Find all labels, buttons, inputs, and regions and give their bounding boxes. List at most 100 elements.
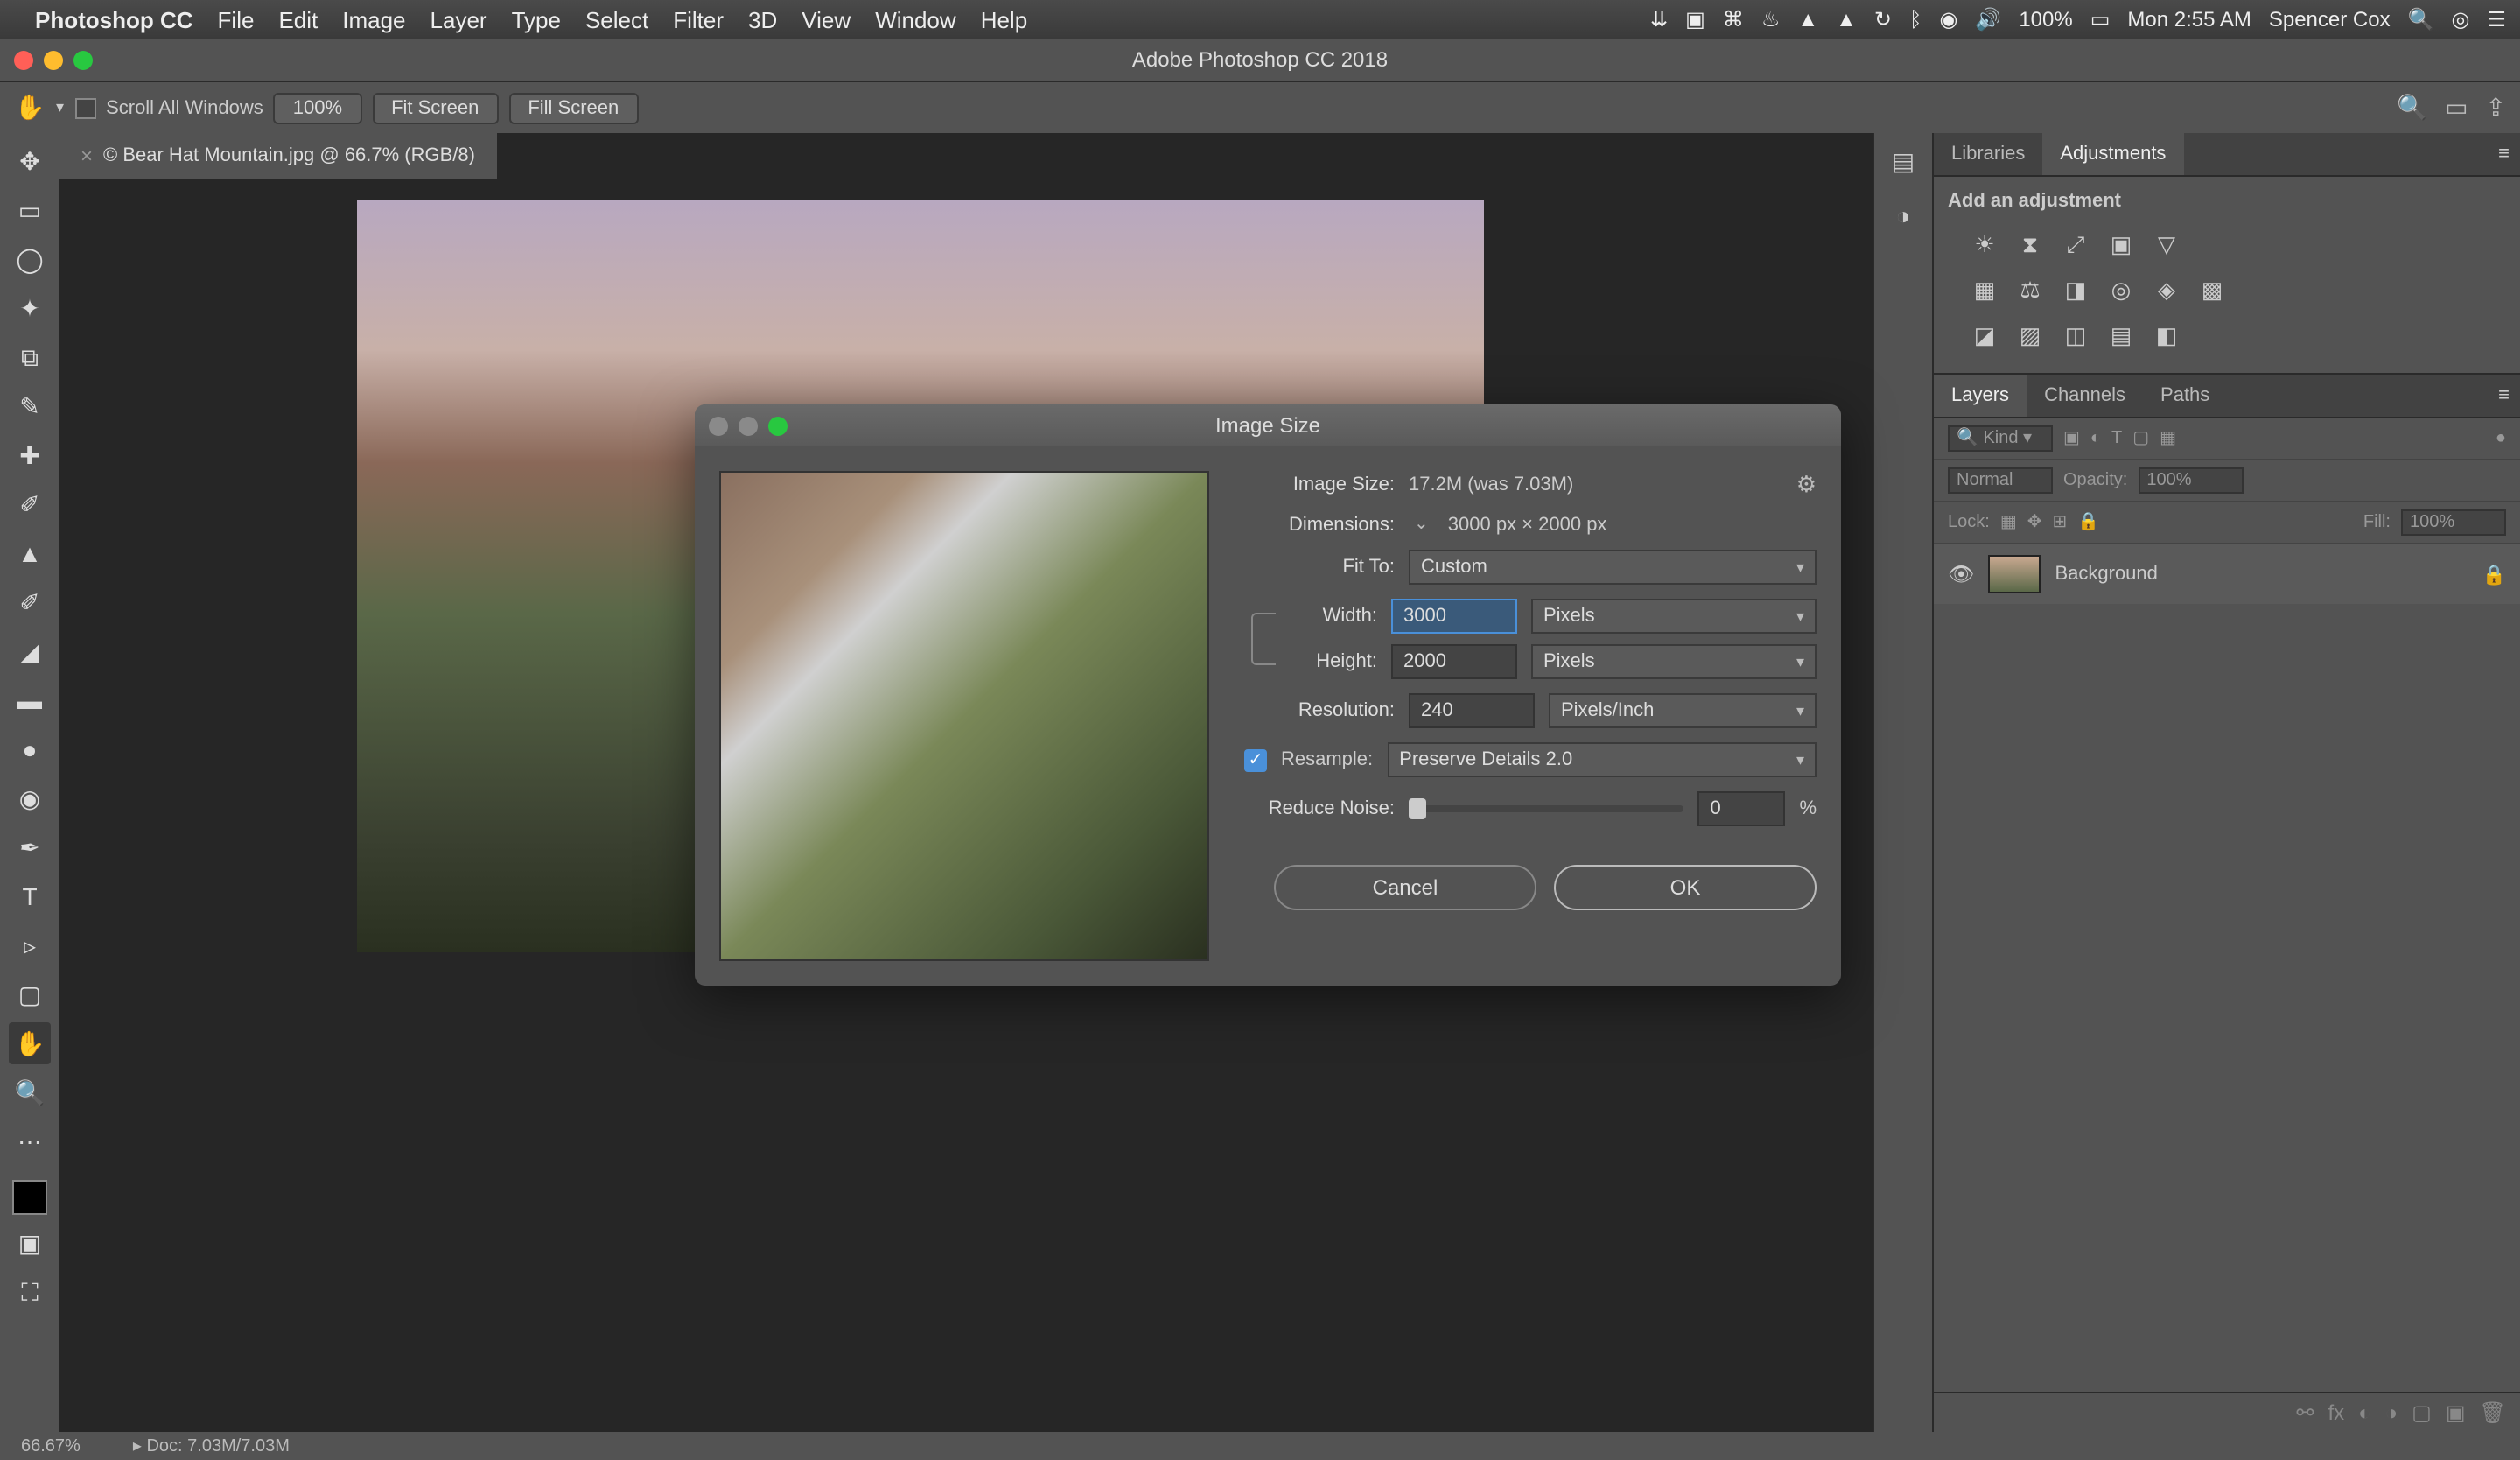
fill-value[interactable]: 100% (2401, 509, 2506, 536)
lasso-tool[interactable]: ◯ (9, 238, 51, 280)
menu-layer[interactable]: Layer (430, 6, 487, 32)
tab-layers[interactable]: Layers (1934, 375, 2026, 417)
width-input[interactable] (1391, 599, 1517, 634)
app-name[interactable]: Photoshop CC (35, 6, 193, 32)
wifi-icon[interactable]: ◉ (1939, 7, 1957, 32)
eraser-tool[interactable]: ◢ (9, 630, 51, 672)
history-panel-icon[interactable]: ▤ (1892, 147, 1914, 177)
menu-help[interactable]: Help (981, 6, 1028, 32)
notif-icon[interactable]: ☰ (2487, 7, 2506, 32)
filter-toggle[interactable]: ● (2496, 429, 2506, 448)
color-swatch[interactable] (12, 1180, 47, 1215)
layer-name[interactable]: Background (2054, 564, 2157, 585)
timemachine-icon[interactable]: ↻ (1874, 7, 1892, 32)
workspace-icon[interactable]: ▭ (2445, 93, 2468, 123)
dialog-preview[interactable] (719, 471, 1209, 961)
height-unit-select[interactable]: Pixels▾ (1531, 644, 1816, 679)
properties-panel-icon[interactable]: ◑ (1896, 201, 1911, 229)
blur-tool[interactable]: ● (9, 728, 51, 770)
filter-shape-icon[interactable]: ▢ (2132, 429, 2149, 448)
gear-icon[interactable]: ⚙ (1796, 471, 1816, 499)
channel-mixer-icon[interactable]: ◈ (2151, 275, 2182, 306)
warn2-icon[interactable]: ▲ (1836, 7, 1857, 32)
threshold-icon[interactable]: ◫ (2060, 320, 2091, 352)
layer-filter-kind[interactable]: 🔍 Kind ▾ (1948, 425, 2053, 452)
lock-pixels-icon[interactable]: ▦ (2000, 513, 2017, 532)
flame-icon[interactable]: ♨ (1761, 7, 1781, 32)
hand-tool-icon[interactable]: ✋ (14, 92, 46, 123)
fx-icon[interactable]: fx (2328, 1400, 2344, 1425)
battery-text[interactable]: 100% (2019, 7, 2072, 32)
path-tool[interactable]: ▹ (9, 924, 51, 966)
blend-mode-select[interactable]: Normal (1948, 467, 2053, 494)
lock-icon[interactable]: 🔒 (2482, 563, 2506, 586)
menu-window[interactable]: Window (875, 6, 956, 32)
lock-position-icon[interactable]: ✥ (2027, 513, 2042, 532)
delete-layer-icon[interactable]: 🗑 (2480, 1400, 2506, 1425)
cancel-button[interactable]: Cancel (1274, 865, 1536, 910)
battery-icon[interactable]: ▭ (2090, 7, 2110, 32)
lock-all-icon[interactable]: 🔒 (2077, 513, 2099, 532)
height-input[interactable] (1391, 644, 1517, 679)
color-lookup-icon[interactable]: ▩ (2196, 275, 2228, 306)
tab-paths[interactable]: Paths (2143, 375, 2227, 417)
menu-type[interactable]: Type (512, 6, 561, 32)
fill-screen-button[interactable]: Fill Screen (508, 92, 638, 123)
new-fill-icon[interactable]: ◑ (2385, 1400, 2398, 1425)
search-icon[interactable]: 🔍 (2397, 93, 2427, 123)
move-tool[interactable]: ✥ (9, 140, 51, 182)
crop-tool[interactable]: ⧉ (9, 336, 51, 378)
group-icon[interactable]: ▢ (2412, 1400, 2432, 1425)
quick-select-tool[interactable]: ✦ (9, 287, 51, 329)
lock-artboard-icon[interactable]: ⊞ (2053, 513, 2068, 532)
constrain-link-icon[interactable] (1251, 613, 1276, 665)
share-icon[interactable]: ⇪ (2486, 93, 2506, 123)
width-unit-select[interactable]: Pixels▾ (1531, 599, 1816, 634)
bw-icon[interactable]: ◨ (2060, 275, 2091, 306)
zoom-100-button[interactable]: 100% (274, 92, 361, 123)
gradient-tool[interactable]: ▬ (9, 679, 51, 721)
dropbox-icon[interactable]: ⇊ (1650, 7, 1668, 32)
clone-tool[interactable]: ▲ (9, 532, 51, 574)
tab-adjustments[interactable]: Adjustments (2042, 133, 2183, 175)
healing-tool[interactable]: ✚ (9, 434, 51, 476)
layer-thumbnail[interactable] (1988, 555, 2040, 593)
scroll-all-checkbox[interactable] (74, 97, 95, 118)
menu-3d[interactable]: 3D (748, 6, 777, 32)
curves-icon[interactable]: ⤢ (2060, 229, 2091, 261)
selective-color-icon[interactable]: ◧ (2151, 320, 2182, 352)
screenmode-tool[interactable]: ⛶ (9, 1271, 51, 1313)
ok-button[interactable]: OK (1554, 865, 1816, 910)
reduce-noise-input[interactable] (1698, 791, 1785, 826)
siri-icon[interactable]: ◎ (2452, 7, 2470, 32)
volume-icon[interactable]: 🔊 (1975, 7, 2001, 32)
filter-smart-icon[interactable]: ▦ (2160, 429, 2176, 448)
layer-row[interactable]: 👁 Background 🔒 (1934, 544, 2520, 604)
filter-type-icon[interactable]: T (2111, 429, 2122, 448)
exposure-icon[interactable]: ▣ (2105, 229, 2137, 261)
reduce-noise-slider[interactable] (1409, 805, 1684, 812)
warn-icon[interactable]: ▲ (1797, 7, 1818, 32)
filter-image-icon[interactable]: ▣ (2063, 429, 2080, 448)
resolution-unit-select[interactable]: Pixels/Inch▾ (1549, 693, 1816, 728)
menu-view[interactable]: View (802, 6, 850, 32)
new-layer-icon[interactable]: ▣ (2446, 1400, 2466, 1425)
posterize-icon[interactable]: ▨ (2014, 320, 2046, 352)
link-layers-icon[interactable]: ⚯ (2296, 1400, 2314, 1425)
menu-image[interactable]: Image (342, 6, 405, 32)
resample-select[interactable]: Preserve Details 2.0▾ (1387, 742, 1816, 777)
gradient-map-icon[interactable]: ▤ (2105, 320, 2137, 352)
mask-icon[interactable]: ◐ (2358, 1400, 2371, 1425)
dimensions-expand-icon[interactable]: ⌄ (1409, 513, 1434, 536)
pen-tool[interactable]: ✒ (9, 826, 51, 868)
tab-libraries[interactable]: Libraries (1934, 133, 2042, 175)
brush-tool[interactable]: ✐ (9, 483, 51, 525)
eyedropper-tool[interactable]: ✎ (9, 385, 51, 427)
balance-icon[interactable]: ⚖ (2014, 275, 2046, 306)
close-tab-icon[interactable]: × (80, 144, 93, 168)
panel-menu-icon[interactable]: ≡ (2488, 133, 2520, 175)
invert-icon[interactable]: ◪ (1969, 320, 2000, 352)
resolution-input[interactable] (1409, 693, 1535, 728)
tab-channels[interactable]: Channels (2026, 375, 2143, 417)
hue-icon[interactable]: ▦ (1969, 275, 2000, 306)
